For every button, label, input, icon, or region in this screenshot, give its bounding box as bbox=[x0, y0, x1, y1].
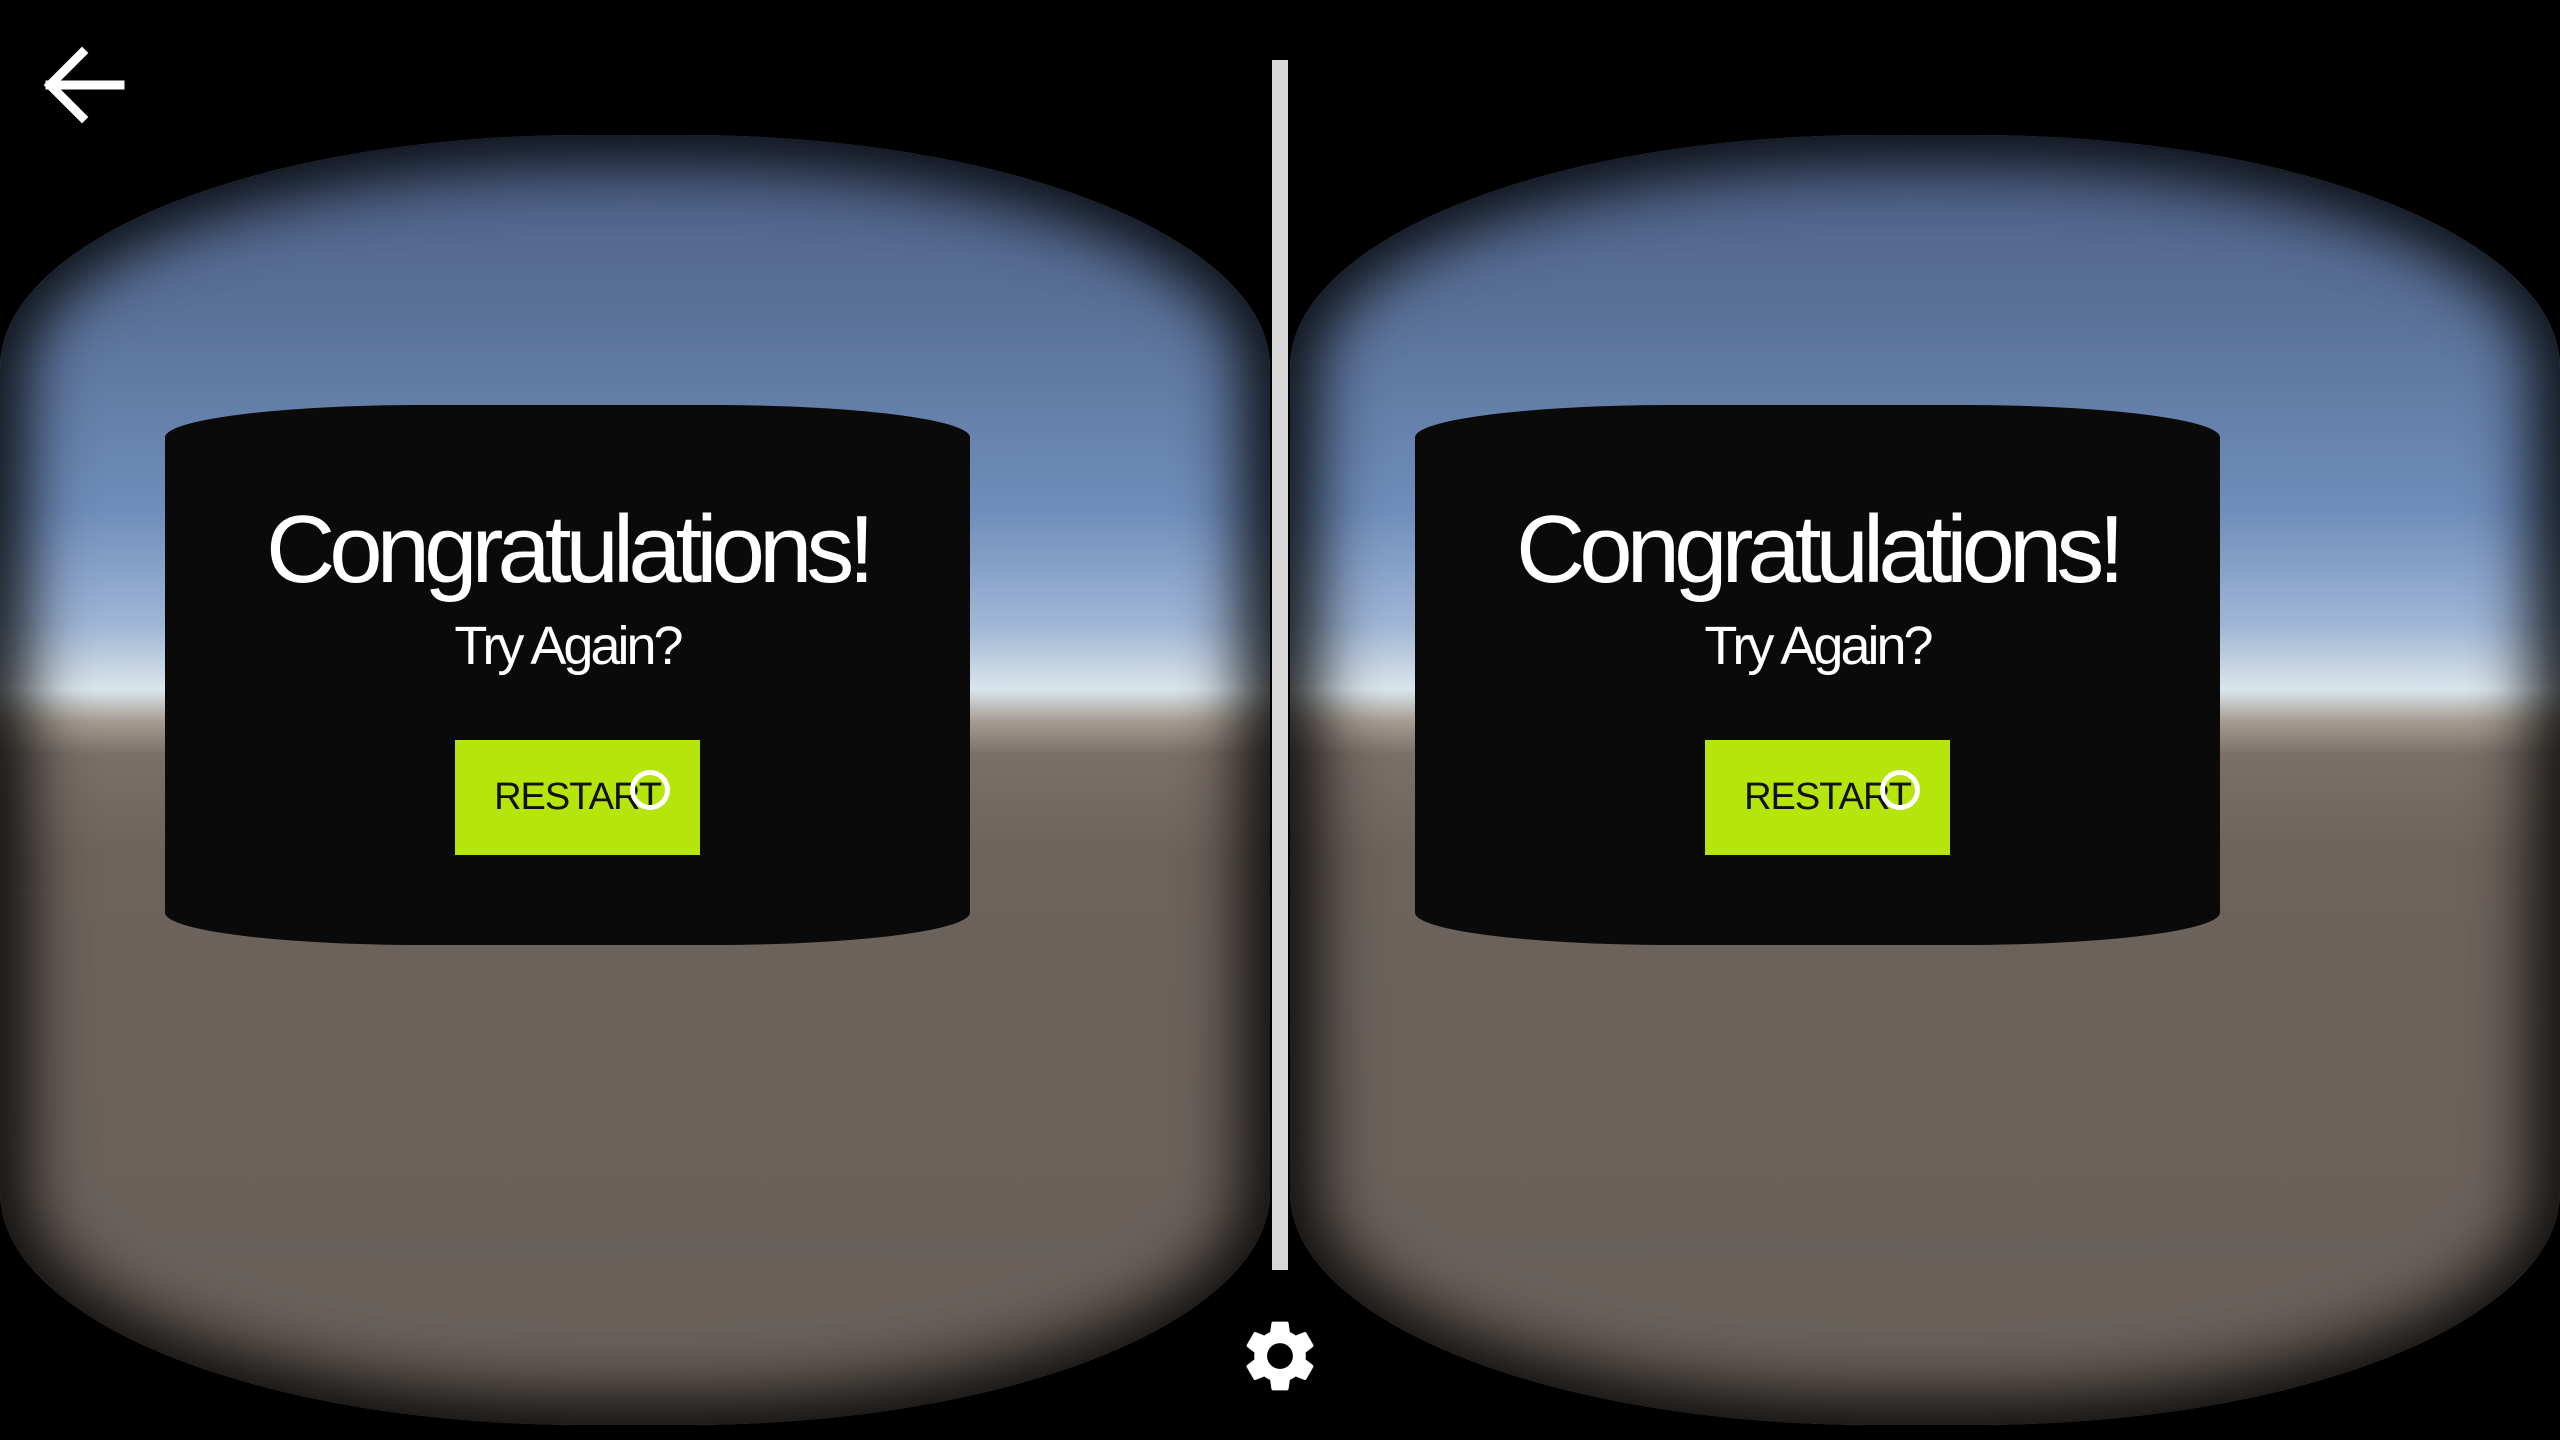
left-eye-view: Congratulations! Try Again? RESTART bbox=[0, 135, 1270, 1425]
gaze-reticle-icon bbox=[630, 770, 670, 810]
gaze-reticle-icon bbox=[1880, 770, 1920, 810]
congratulations-title: Congratulations! bbox=[265, 496, 875, 603]
right-eye-view: Congratulations! Try Again? RESTART bbox=[1290, 135, 2560, 1425]
eye-divider bbox=[1272, 60, 1288, 1270]
congratulations-title: Congratulations! bbox=[1515, 496, 2125, 603]
result-panel: Congratulations! Try Again? RESTART bbox=[165, 405, 970, 945]
restart-button[interactable]: RESTART bbox=[1705, 740, 1950, 855]
try-again-prompt: Try Again? bbox=[1704, 616, 1933, 676]
try-again-prompt: Try Again? bbox=[454, 616, 683, 676]
result-panel: Congratulations! Try Again? RESTART bbox=[1415, 405, 2220, 945]
restart-button[interactable]: RESTART bbox=[455, 740, 700, 855]
back-arrow-icon[interactable] bbox=[40, 45, 130, 125]
settings-gear-icon[interactable] bbox=[1237, 1313, 1323, 1399]
